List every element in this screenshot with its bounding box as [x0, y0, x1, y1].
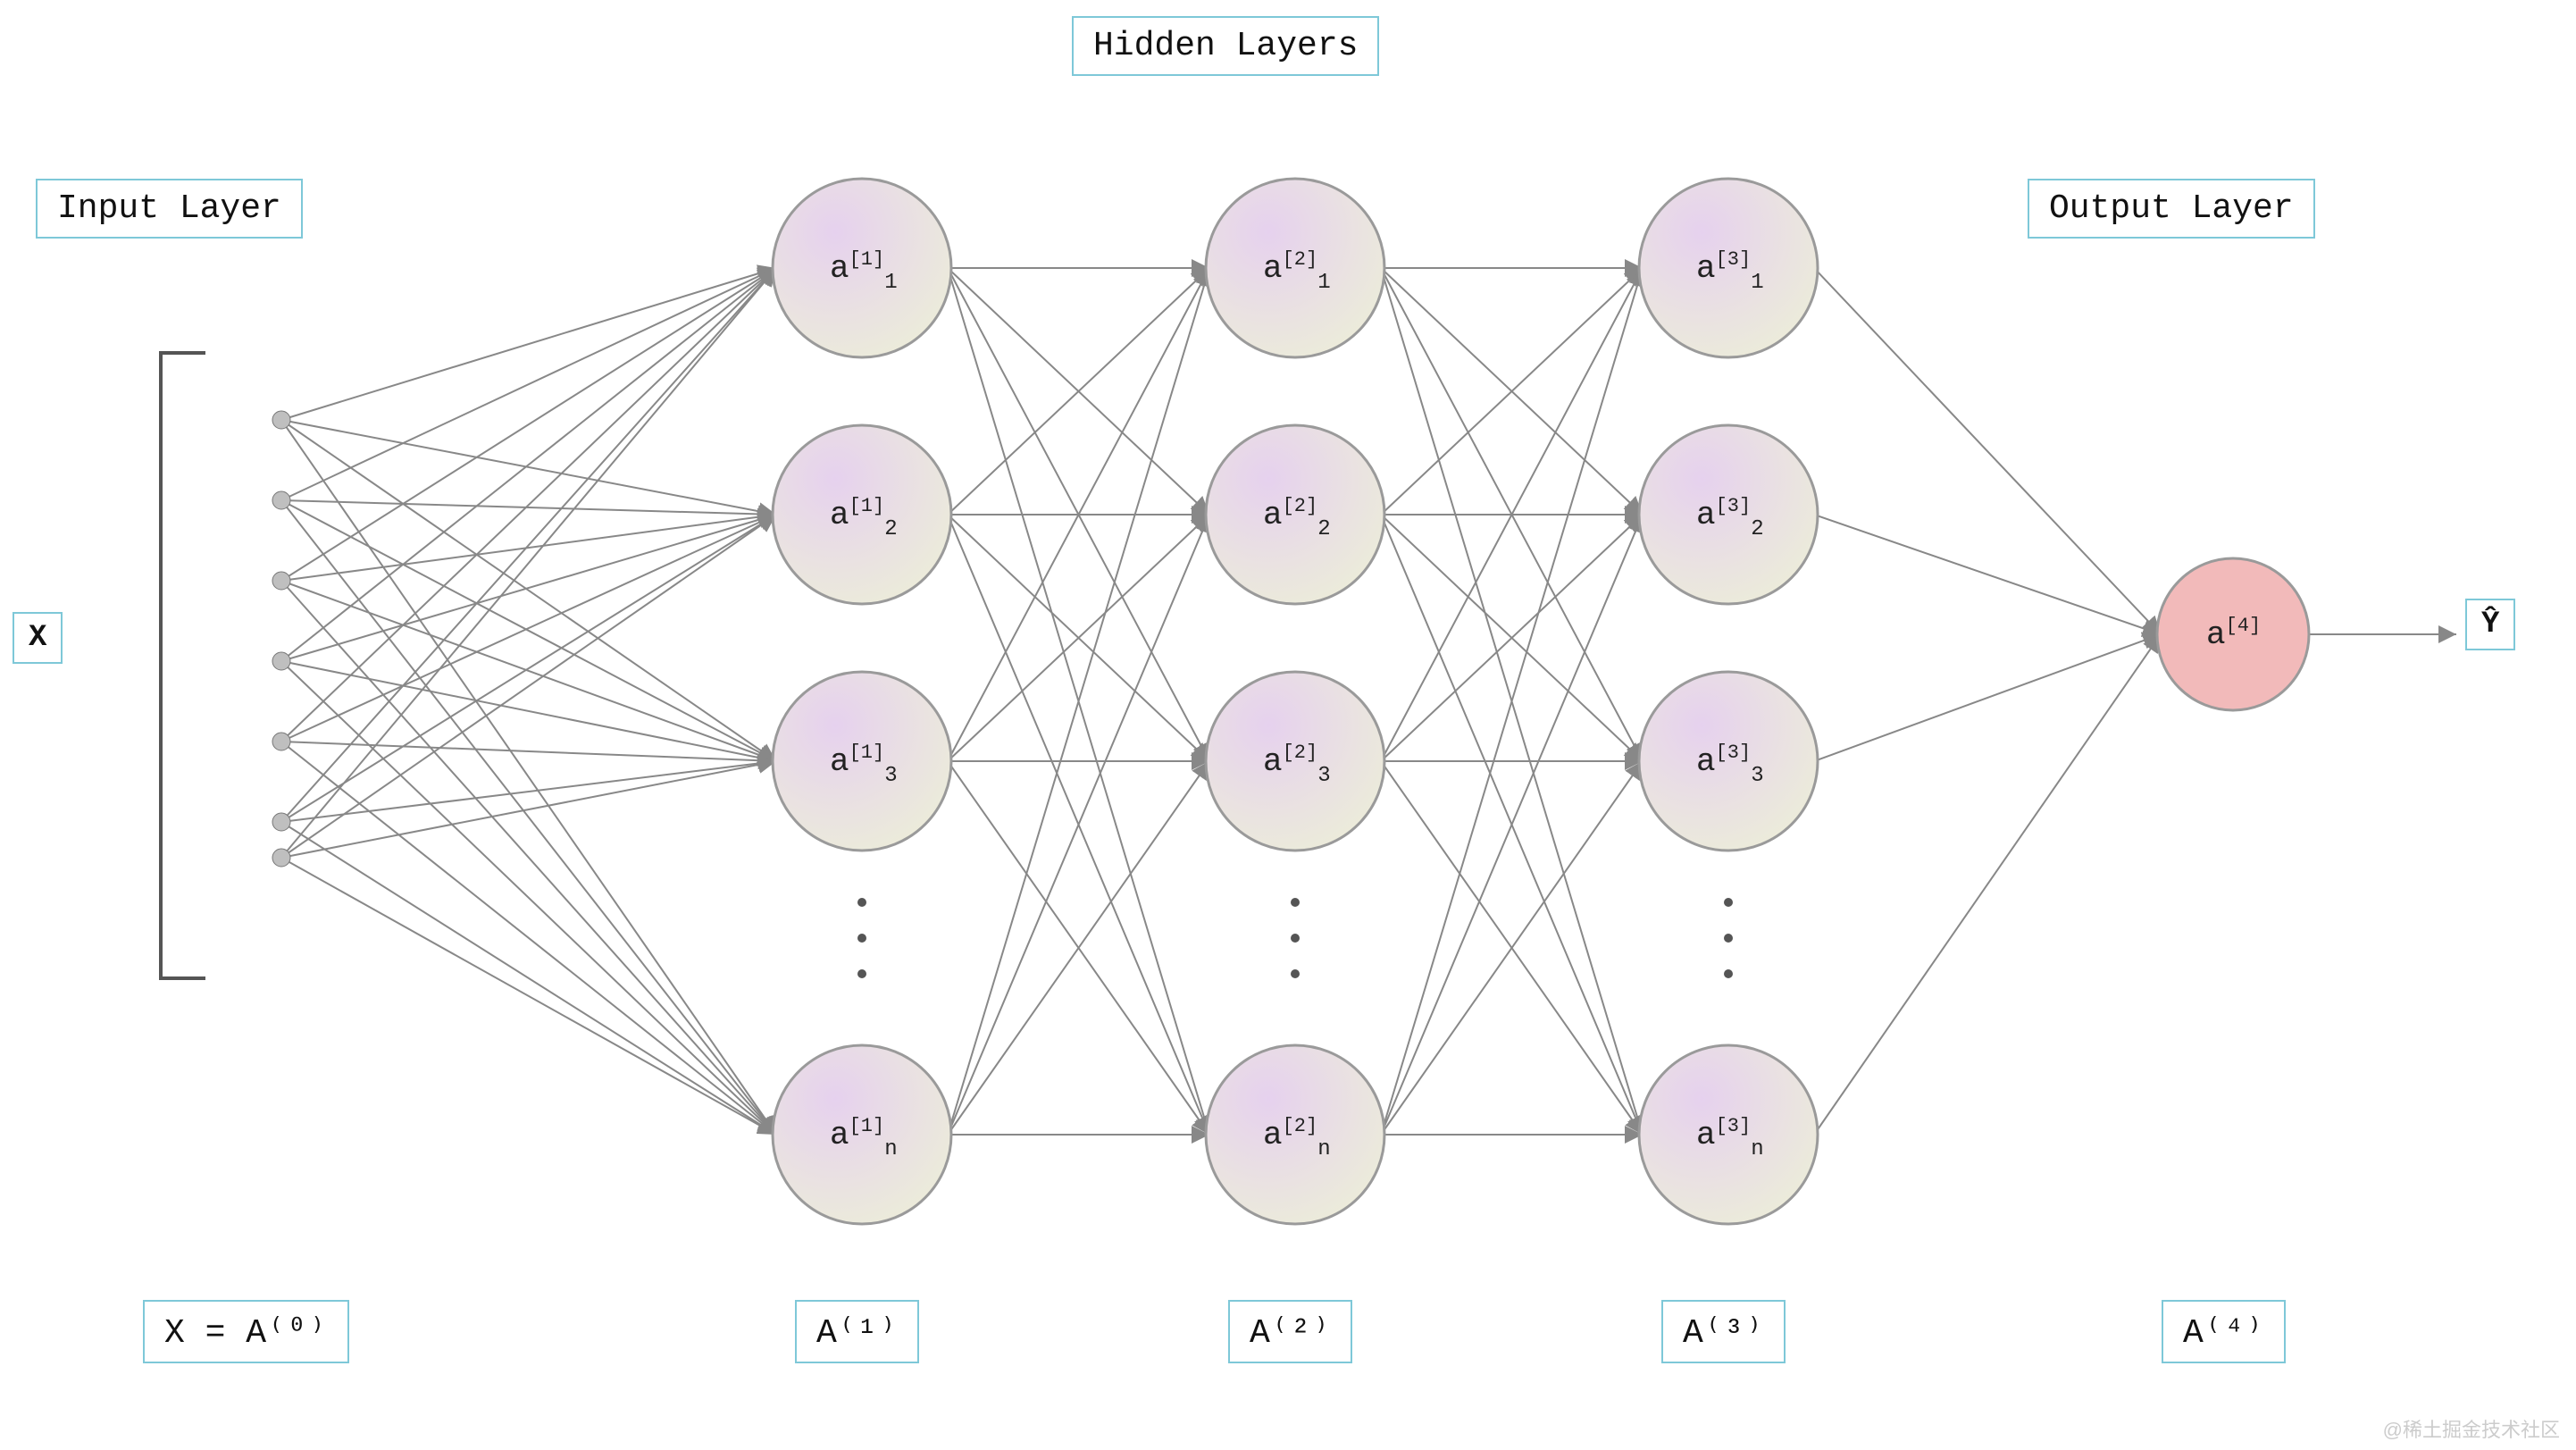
label-yhat: Ŷ — [2465, 599, 2515, 650]
label-input-layer: Input Layer — [36, 179, 303, 239]
input-dot-6 — [272, 849, 290, 867]
label-a0: X = A⁽⁰⁾ — [143, 1300, 349, 1363]
input-dot-3 — [272, 652, 290, 670]
input-dot-1 — [272, 491, 290, 509]
label-output-layer: Output Layer — [2028, 179, 2315, 239]
label-a2: A⁽²⁾ — [1228, 1300, 1352, 1363]
watermark: @稀土掘金技术社区 — [2383, 1414, 2560, 1443]
input-dot-2 — [272, 572, 290, 590]
label-hidden-layers: Hidden Layers — [1072, 16, 1379, 76]
edges — [281, 268, 2456, 1135]
label-a1: A⁽¹⁾ — [795, 1300, 919, 1363]
input-dot-0 — [272, 411, 290, 429]
label-a3: A⁽³⁾ — [1661, 1300, 1786, 1363]
label-a4: A⁽⁴⁾ — [2162, 1300, 2286, 1363]
input-bracket — [161, 353, 205, 978]
label-x: X — [13, 612, 63, 664]
input-dot-5 — [272, 813, 290, 831]
diagram-stage: a[1]1a[1]2a[1]3a[1]na[2]1a[2]2a[2]3a[2]n… — [0, 0, 2576, 1450]
input-dot-4 — [272, 733, 290, 750]
